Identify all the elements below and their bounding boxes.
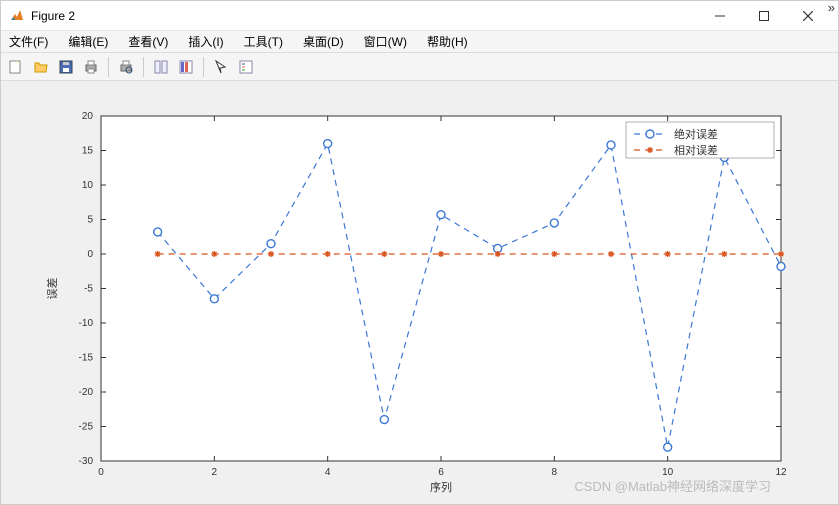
print-button[interactable] [80, 56, 102, 78]
insert-colorbar-button[interactable] [175, 56, 197, 78]
data-marker [550, 219, 558, 227]
y-tick-label: -25 [79, 422, 94, 433]
chart: 0 2 4 6 8 10 12 -30 -25 -20 -15 -10 -5 0 5 10 15 20 序列 误差 绝对… [1, 81, 839, 504]
open-button[interactable] [30, 56, 52, 78]
legend-entry: 绝对误差 [674, 127, 718, 141]
menubar-overflow-icon[interactable]: » [828, 0, 835, 15]
x-tick-label: 8 [552, 467, 558, 478]
y-tick-label: -20 [79, 387, 94, 398]
data-marker [324, 140, 332, 148]
watermark-text: CSDN @Matlab神经网络深度学习 [574, 479, 771, 494]
x-tick-label: 0 [98, 467, 104, 478]
x-tick-label: 12 [775, 467, 787, 478]
menu-file[interactable]: 文件(F) [5, 31, 52, 52]
link-plot-button[interactable] [150, 56, 172, 78]
window-title: Figure 2 [31, 9, 698, 23]
y-axis-label: 误差 [45, 278, 59, 300]
y-tick-label: 0 [87, 249, 93, 260]
data-marker [268, 251, 274, 257]
save-button[interactable] [55, 56, 77, 78]
new-figure-button[interactable] [5, 56, 27, 78]
data-marker [778, 251, 784, 257]
y-tick-label: 15 [82, 146, 94, 157]
data-marker [495, 251, 501, 257]
data-marker [721, 251, 727, 257]
data-marker [607, 141, 615, 149]
plot-area: 0 2 4 6 8 10 12 -30 -25 -20 -15 -10 -5 0 5 10 15 20 序列 误差 绝对… [1, 81, 838, 504]
matlab-logo-icon [9, 8, 25, 24]
data-marker [551, 251, 557, 257]
menu-insert[interactable]: 插入(I) [184, 31, 227, 52]
menu-edit[interactable]: 编辑(E) [64, 31, 112, 52]
data-marker [437, 211, 445, 219]
y-tick-label: 10 [82, 180, 94, 191]
y-tick-label: -15 [79, 353, 94, 364]
menu-window[interactable]: 窗口(W) [360, 31, 411, 52]
data-marker [665, 251, 671, 257]
toolbar-separator [143, 57, 144, 77]
close-button[interactable] [786, 2, 830, 30]
data-marker [211, 251, 217, 257]
data-marker [438, 251, 444, 257]
y-tick-label: 5 [87, 215, 93, 226]
data-marker [381, 251, 387, 257]
x-tick-label: 2 [212, 467, 218, 478]
print-preview-button[interactable] [115, 56, 137, 78]
x-tick-label: 4 [325, 467, 331, 478]
insert-legend-button[interactable] [235, 56, 257, 78]
toolbar-separator [203, 57, 204, 77]
x-tick-label: 6 [438, 467, 444, 478]
data-marker [608, 251, 614, 257]
menubar: » 文件(F) 编辑(E) 查看(V) 插入(I) 工具(T) 桌面(D) 窗口… [1, 31, 838, 53]
data-marker [210, 295, 218, 303]
toolbar [1, 53, 838, 81]
menu-tools[interactable]: 工具(T) [240, 31, 287, 52]
x-axis-label: 序列 [430, 480, 452, 494]
data-marker [777, 262, 785, 270]
maximize-button[interactable] [742, 2, 786, 30]
axes-box [101, 116, 781, 461]
y-tick-label: -5 [84, 284, 93, 295]
edit-plot-button[interactable] [210, 56, 232, 78]
figure-window: Figure 2 » 文件(F) 编辑(E) 查看(V) 插入(I) 工具(T)… [0, 0, 839, 505]
data-marker [325, 251, 331, 257]
data-marker [154, 228, 162, 236]
y-tick-label: -30 [79, 456, 94, 467]
data-marker [155, 251, 161, 257]
menu-view[interactable]: 查看(V) [124, 31, 172, 52]
data-marker [380, 416, 388, 424]
y-tick-label: 20 [82, 111, 94, 122]
x-tick-label: 10 [662, 467, 674, 478]
toolbar-separator [108, 57, 109, 77]
data-marker [664, 443, 672, 451]
menu-help[interactable]: 帮助(H) [423, 31, 472, 52]
titlebar: Figure 2 [1, 1, 838, 31]
menu-desktop[interactable]: 桌面(D) [299, 31, 348, 52]
data-marker [267, 240, 275, 248]
y-tick-label: -10 [79, 318, 94, 329]
minimize-button[interactable] [698, 2, 742, 30]
legend-entry: 相对误差 [674, 143, 718, 157]
